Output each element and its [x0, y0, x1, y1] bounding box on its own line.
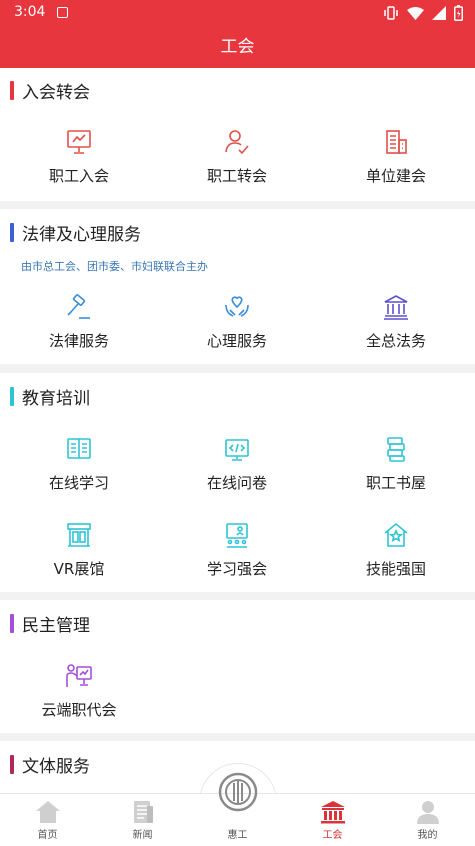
- battery-icon: [454, 5, 463, 21]
- grid-item-vr-hall[interactable]: VR展馆: [0, 521, 158, 579]
- signal-icon: [432, 6, 446, 20]
- section-democratic: 民主管理 云端职代会: [0, 600, 475, 733]
- exhibition-hall-icon: [67, 523, 91, 547]
- grid-item-label: VR展馆: [53, 560, 105, 578]
- section-join: 入会转会 职工入会 职工转会 单位建会: [0, 68, 475, 201]
- section-subtitle: 由市总工会、团市委、市妇联联合主办: [21, 260, 208, 273]
- institution-icon: [320, 801, 345, 824]
- section-legal: 法律及心理服务 由市总工会、团市委、市妇联联合主办 法律服务 心理服务 全总法务: [0, 209, 475, 364]
- section-title: 文体服务: [22, 756, 90, 777]
- tab-label: 工会: [322, 830, 343, 841]
- grid-item-label: 心理服务: [206, 332, 267, 350]
- section-accent-bar: [10, 222, 14, 242]
- section-title: 教育培训: [22, 388, 90, 409]
- grid-item-label: 学习强会: [206, 560, 267, 578]
- grid-item-label: 技能强国: [365, 560, 426, 578]
- section-header: 法律及心理服务: [10, 222, 141, 245]
- grid-item-label: 职工入会: [48, 167, 109, 185]
- presenter-icon: [66, 664, 92, 687]
- tab-home[interactable]: 首页: [0, 794, 95, 846]
- union-logo-icon[interactable]: [218, 772, 258, 812]
- section-accent-bar: [10, 386, 14, 406]
- grid-item-cloud-congress[interactable]: 云端职代会: [0, 662, 158, 720]
- grid-item-label: 法律服务: [48, 332, 109, 350]
- grid-item-skills-nation[interactable]: 技能强国: [317, 521, 475, 579]
- grid-item-unit-union[interactable]: 单位建会: [317, 128, 475, 186]
- grid-item-label: 在线问卷: [206, 474, 267, 492]
- section-title: 法律及心理服务: [22, 224, 141, 245]
- grid-item-label: 单位建会: [365, 167, 426, 185]
- grid-item-study-union[interactable]: 学习强会: [158, 521, 316, 579]
- vibrate-icon: [384, 6, 398, 20]
- tab-label: 惠工: [227, 830, 248, 841]
- grid-item-label: 在线学习: [48, 474, 109, 492]
- section-header: 教育培训: [10, 386, 90, 409]
- tab-profile[interactable]: 我的: [380, 794, 475, 846]
- code-window-icon: [225, 439, 249, 461]
- grid-item-label: 职工转会: [206, 167, 267, 185]
- grid-item-online-survey[interactable]: 在线问卷: [158, 435, 316, 493]
- section-title: 民主管理: [22, 615, 90, 636]
- heart-hands-icon: [225, 296, 249, 317]
- section-header: 民主管理: [10, 613, 90, 636]
- grid-item-join-union[interactable]: 职工入会: [0, 128, 158, 186]
- tab-label: 我的: [417, 830, 438, 841]
- status-bar: 3:04: [0, 0, 475, 26]
- open-book-icon: [67, 438, 91, 459]
- book-stack-icon: [387, 437, 405, 462]
- grid-item-label: 职工书屋: [365, 474, 426, 492]
- home-icon: [35, 801, 60, 823]
- grid-item-transfer-union[interactable]: 职工转会: [158, 128, 316, 186]
- system-icons: [383, 5, 463, 21]
- section-header: 文体服务: [10, 754, 90, 777]
- status-time: 3:04: [14, 4, 46, 20]
- grid-item-online-learning[interactable]: 在线学习: [0, 435, 158, 493]
- grid-item-acftu-legal[interactable]: 全总法务: [317, 293, 475, 351]
- star-house-icon: [384, 522, 408, 547]
- tab-label: 新闻: [132, 830, 153, 841]
- section-accent-bar: [10, 613, 14, 633]
- tab-union[interactable]: 工会: [285, 794, 380, 846]
- news-icon: [133, 801, 153, 823]
- notification-icon: [57, 7, 68, 18]
- classroom-icon: [226, 523, 248, 548]
- tab-label: 首页: [37, 830, 58, 841]
- grid-item-label: 云端职代会: [41, 701, 117, 719]
- section-title: 入会转会: [22, 82, 90, 103]
- section-accent-bar: [10, 80, 14, 100]
- wifi-icon: [407, 6, 424, 20]
- gavel-icon: [67, 294, 90, 319]
- building-icon: [386, 130, 407, 154]
- section-education: 教育培训 在线学习 在线问卷 职工书屋 VR展馆 学习强会 技能强国: [0, 373, 475, 592]
- section-accent-bar: [10, 754, 14, 774]
- person-icon: [416, 801, 439, 824]
- presentation-board-icon: [67, 130, 91, 154]
- page-title: 工会: [0, 26, 475, 68]
- courthouse-icon: [384, 295, 408, 320]
- grid-item-label: 全总法务: [365, 332, 426, 350]
- user-check-icon: [225, 130, 249, 155]
- grid-item-legal-service[interactable]: 法律服务: [0, 293, 158, 351]
- grid-item-psych-service[interactable]: 心理服务: [158, 293, 316, 351]
- grid-item-worker-library[interactable]: 职工书屋: [317, 435, 475, 493]
- section-header: 入会转会: [10, 80, 90, 103]
- tab-news[interactable]: 新闻: [95, 794, 190, 846]
